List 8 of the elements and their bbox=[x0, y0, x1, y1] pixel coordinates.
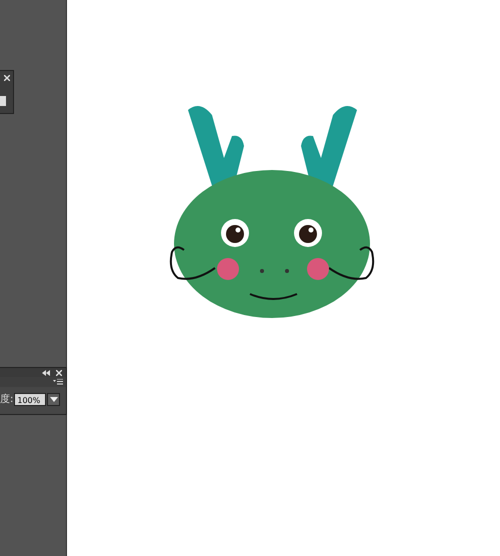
caret-icon bbox=[50, 397, 58, 402]
close-icon[interactable] bbox=[56, 370, 62, 376]
opacity-field[interactable]: 100% bbox=[14, 393, 46, 406]
close-icon[interactable] bbox=[4, 75, 10, 81]
menu-icon[interactable] bbox=[53, 379, 63, 385]
dropdown-button[interactable] bbox=[47, 393, 60, 406]
swatch[interactable] bbox=[0, 96, 6, 106]
opacity-label: 度: bbox=[0, 394, 14, 406]
